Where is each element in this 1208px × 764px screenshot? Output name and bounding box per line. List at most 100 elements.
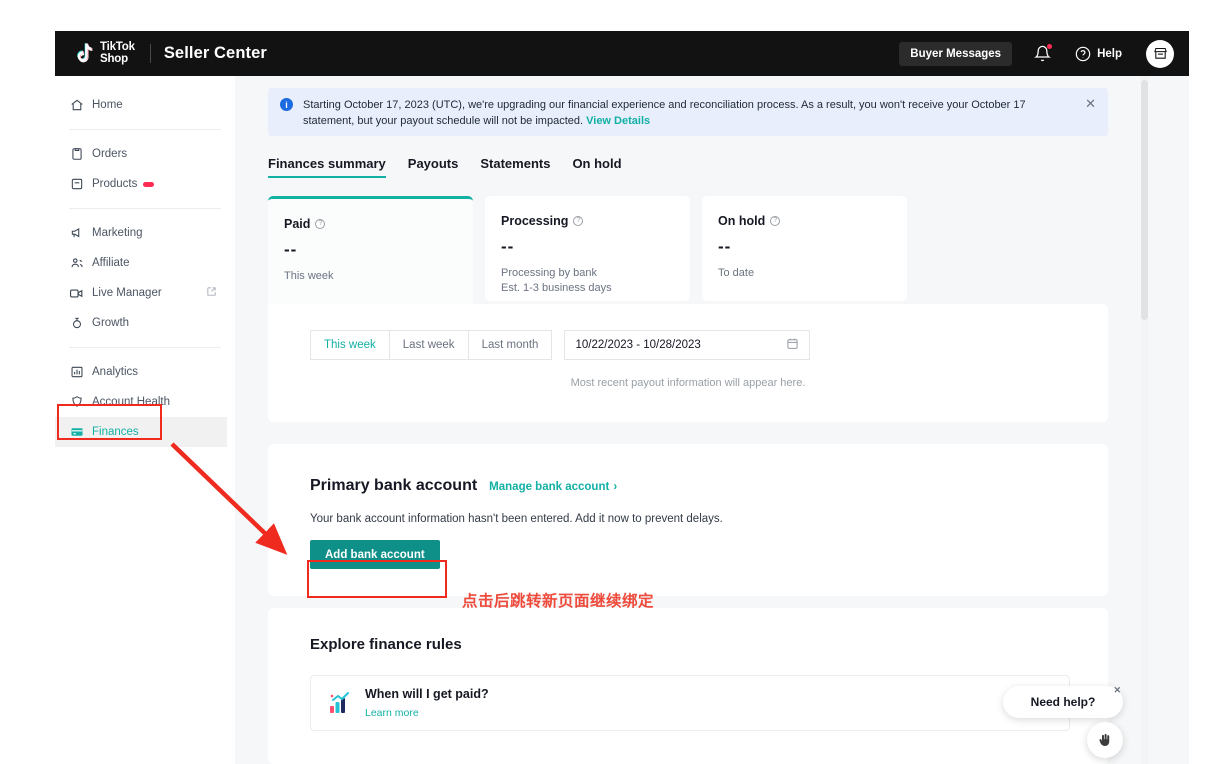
shop-avatar-icon	[1153, 46, 1168, 61]
calendar-icon[interactable]	[786, 337, 799, 353]
top-bar-actions: Buyer Messages Help	[899, 40, 1174, 68]
hand-wave-icon	[1096, 731, 1114, 749]
page-scrollbar-thumb[interactable]	[1141, 80, 1148, 320]
sidebar-nav: Home Orders Products Marketing	[55, 76, 235, 764]
notifications-button[interactable]	[1034, 45, 1051, 62]
card-title: Processing	[501, 214, 568, 228]
products-new-badge	[143, 182, 154, 187]
logo-wordmark: TikTok Shop	[100, 42, 135, 65]
logo-divider	[150, 44, 151, 63]
card-subtitle: Processing by bank Est. 1-3 business day…	[501, 266, 674, 296]
home-icon	[69, 98, 84, 113]
help-label: Help	[1097, 48, 1122, 60]
banner-message: Starting October 17, 2023 (UTC), we're u…	[303, 99, 1026, 127]
sidebar-item-growth[interactable]: Growth	[55, 308, 235, 338]
sidebar-label: Finances	[92, 426, 139, 438]
box-icon	[69, 177, 84, 192]
summary-cards: Paid ? -- This week Processing ? -- Proc…	[268, 196, 907, 304]
people-icon	[69, 256, 84, 271]
add-bank-account-button[interactable]: Add bank account	[310, 540, 440, 569]
sidebar-item-marketing[interactable]: Marketing	[55, 218, 235, 248]
tab-on-hold[interactable]: On hold	[572, 156, 621, 178]
clipboard-icon	[69, 147, 84, 162]
top-bar: TikTok Shop Seller Center Buyer Messages	[55, 31, 1189, 76]
filter-last-month[interactable]: Last month	[468, 330, 553, 360]
rules-section-title: Explore finance rules	[310, 636, 1108, 653]
card-icon	[69, 425, 84, 440]
annotation-note-text: 点击后跳转新页面继续绑定	[462, 589, 654, 611]
app-title: Seller Center	[164, 44, 267, 63]
tab-payouts[interactable]: Payouts	[408, 156, 459, 178]
info-icon: i	[280, 98, 293, 111]
tiktok-note-icon	[73, 42, 95, 66]
sidebar-label: Live Manager	[92, 287, 162, 299]
logo-line-shop: Shop	[100, 54, 135, 66]
notification-badge-dot	[1047, 44, 1052, 49]
filter-last-week[interactable]: Last week	[389, 330, 469, 360]
video-icon	[69, 286, 84, 301]
card-title-row: On hold ?	[718, 214, 891, 228]
rule-learn-more-link[interactable]: Learn more	[365, 707, 419, 719]
payout-panel: This week Last week Last month 10/22/202…	[268, 304, 1108, 422]
seller-center-page: TikTok Shop Seller Center Buyer Messages	[0, 0, 1208, 764]
card-value: --	[284, 243, 457, 257]
help-button[interactable]: Help	[1075, 46, 1122, 62]
card-subtitle: This week	[284, 269, 457, 284]
primary-bank-account-panel: Primary bank account Manage bank account…	[268, 444, 1108, 596]
external-link-icon[interactable]	[206, 286, 217, 300]
finance-upgrade-banner: i Starting October 17, 2023 (UTC), we're…	[268, 88, 1108, 136]
info-icon[interactable]: ?	[315, 219, 325, 229]
view-details-link[interactable]: View Details	[586, 115, 650, 127]
sidebar-divider	[69, 347, 221, 348]
need-help-bubble[interactable]: Need help? ✕	[1003, 686, 1123, 718]
card-title: On hold	[718, 214, 765, 228]
banner-text: Starting October 17, 2023 (UTC), we're u…	[303, 97, 1063, 136]
card-value: --	[718, 240, 891, 254]
sidebar-label: Affiliate	[92, 257, 130, 269]
sidebar-item-live-manager[interactable]: Live Manager	[55, 278, 235, 308]
tab-statements[interactable]: Statements	[480, 156, 550, 178]
sidebar-label: Marketing	[92, 227, 143, 239]
rule-text: When will I get paid? Learn more	[365, 685, 489, 721]
sidebar-item-products[interactable]: Products	[55, 169, 235, 199]
rule-item[interactable]: When will I get paid? Learn more ⌄	[310, 675, 1070, 731]
date-range-input[interactable]: 10/22/2023 - 10/28/2023	[564, 330, 810, 360]
date-filter-row: This week Last week Last month 10/22/202…	[310, 330, 1108, 360]
shield-icon	[69, 395, 84, 410]
card-value: --	[501, 240, 674, 254]
close-icon[interactable]: ✕	[1113, 685, 1121, 696]
filter-this-week[interactable]: This week	[310, 330, 390, 360]
chevron-right-icon: ›	[613, 481, 617, 493]
card-title-row: Paid ?	[284, 217, 457, 231]
buyer-messages-button[interactable]: Buyer Messages	[899, 42, 1012, 66]
sidebar-item-home[interactable]: Home	[55, 90, 235, 120]
info-icon[interactable]: ?	[573, 216, 583, 226]
megaphone-icon	[69, 226, 84, 241]
tiktok-shop-logo[interactable]: TikTok Shop	[73, 42, 135, 66]
summary-card-on-hold[interactable]: On hold ? -- To date	[702, 196, 907, 301]
sidebar-label: Home	[92, 99, 123, 111]
summary-card-paid[interactable]: Paid ? -- This week	[268, 196, 473, 304]
help-fab-button[interactable]	[1087, 722, 1123, 758]
question-circle-icon	[1075, 46, 1091, 62]
sidebar-item-affiliate[interactable]: Affiliate	[55, 248, 235, 278]
sidebar-divider	[69, 129, 221, 130]
explore-finance-rules-panel: Explore finance rules When will I get pa…	[268, 608, 1108, 764]
need-help-label: Need help?	[1031, 695, 1096, 709]
manage-bank-account-link[interactable]: Manage bank account ›	[489, 481, 617, 493]
sidebar-item-finances[interactable]: Finances	[55, 417, 227, 447]
sidebar-item-account-health[interactable]: Account Health	[55, 387, 235, 417]
tab-finances-summary[interactable]: Finances summary	[268, 156, 386, 178]
sidebar-label: Growth	[92, 317, 129, 329]
bank-section-title: Primary bank account	[310, 477, 477, 495]
summary-card-processing[interactable]: Processing ? -- Processing by bank Est. …	[485, 196, 690, 301]
banner-close-button[interactable]: ✕	[1085, 97, 1096, 136]
rule-question: When will I get paid?	[365, 687, 489, 701]
sidebar-item-analytics[interactable]: Analytics	[55, 357, 235, 387]
account-avatar-button[interactable]	[1146, 40, 1174, 68]
finance-tabs: Finances summary Payouts Statements On h…	[268, 156, 622, 178]
logo-line-tiktok: TikTok	[100, 42, 135, 54]
bank-header: Primary bank account Manage bank account…	[310, 477, 1108, 495]
sidebar-item-orders[interactable]: Orders	[55, 139, 235, 169]
info-icon[interactable]: ?	[770, 216, 780, 226]
